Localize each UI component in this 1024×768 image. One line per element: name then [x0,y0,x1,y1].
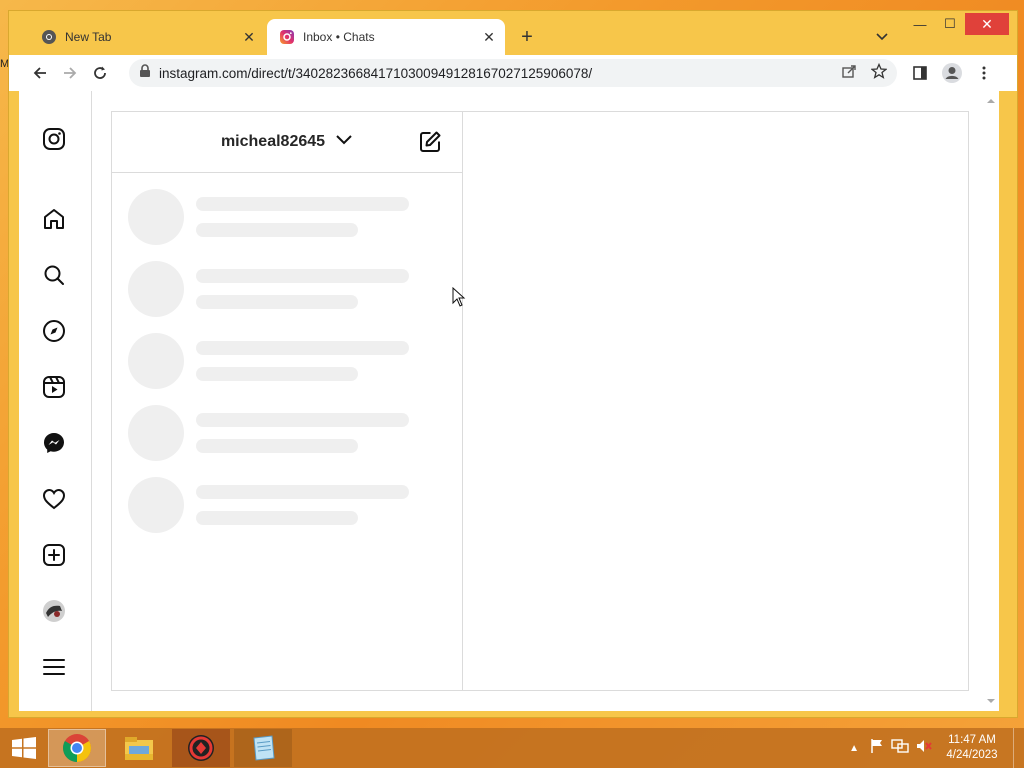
volume-muted-icon[interactable] [915,738,933,759]
profile-icon[interactable] [937,58,967,88]
close-window-button[interactable]: ✕ [965,13,1009,35]
desktop-edge-text: M [0,58,10,70]
minimize-button[interactable]: — [905,13,935,35]
close-tab-icon[interactable]: ✕ [239,29,259,46]
new-message-icon[interactable] [418,130,444,156]
reload-button[interactable] [85,58,115,88]
tab-label: New Tab [65,30,112,44]
skeleton-avatar [128,189,184,245]
skeleton-line [196,197,409,211]
network-icon[interactable] [891,738,909,759]
skeleton-line [196,269,409,283]
instagram-sidebar [19,91,92,711]
clock[interactable]: 11:47 AM 4/24/2023 [937,733,1007,763]
loading-placeholder-row [112,173,462,245]
heart-icon[interactable] [40,485,68,513]
account-switcher[interactable]: micheal82645 [221,133,353,151]
app-red-icon [188,735,214,761]
window-controls: — ☐ ✕ [905,13,1009,37]
start-button[interactable] [0,728,48,768]
action-center-flag-icon[interactable] [869,738,885,759]
loading-placeholder-row [112,317,462,389]
bookmark-star-icon[interactable] [870,62,888,84]
url-text: instagram.com/direct/t/34028236684171030… [159,65,593,81]
file-explorer-icon [125,737,153,760]
chevron-down-icon [335,133,353,151]
taskbar-file-explorer[interactable] [110,729,168,767]
taskbar-notepad[interactable] [234,729,292,767]
skeleton-avatar [128,261,184,317]
loading-placeholder-row [112,461,462,533]
lock-icon[interactable] [139,63,151,83]
skeleton-line [196,295,358,309]
dm-header: micheal82645 [112,112,462,173]
skeleton-avatar [128,333,184,389]
menu-icon[interactable] [40,653,68,681]
explore-icon[interactable] [40,317,68,345]
notepad-icon [253,735,275,761]
skeleton-line [196,439,358,453]
forward-button[interactable] [55,58,85,88]
mouse-cursor-icon [452,287,466,307]
search-icon[interactable] [40,261,68,289]
system-tray: ▲ 11:47 AM 4/24/2023 [849,728,1024,768]
scroll-down-icon[interactable] [983,693,999,709]
new-tab-button[interactable]: + [515,27,539,47]
profile-avatar[interactable] [40,597,68,625]
browser-window: New Tab ✕ Inbox • Chats ✕ + — ☐ ✕ instag… [8,10,1018,718]
maximize-button[interactable]: ☐ [935,13,965,35]
share-icon[interactable] [841,63,857,84]
skeleton-line [196,341,409,355]
close-tab-icon[interactable]: ✕ [479,29,499,46]
clock-date: 4/24/2023 [946,749,998,761]
messenger-icon[interactable] [40,429,68,457]
tab-inbox-chats[interactable]: Inbox • Chats ✕ [267,19,505,55]
taskbar-red-app[interactable] [172,729,230,767]
create-icon[interactable] [40,541,68,569]
account-username: micheal82645 [220,133,326,150]
kebab-menu-icon[interactable] [969,58,999,88]
skeleton-avatar [128,405,184,461]
page-scrollbar[interactable] [983,91,999,711]
reels-icon[interactable] [40,373,68,401]
tab-strip: New Tab ✕ Inbox • Chats ✕ + — ☐ ✕ [9,11,1017,55]
browser-toolbar: instagram.com/direct/t/34028236684171030… [9,55,1017,91]
taskbar-chrome[interactable] [48,729,106,767]
tab-search-chevron-icon[interactable] [875,29,895,45]
tab-new-tab[interactable]: New Tab ✕ [29,19,265,55]
chrome-icon [41,29,57,45]
chrome-icon [63,734,91,762]
clock-time: 11:47 AM [948,734,996,746]
windows-taskbar: ▲ 11:47 AM 4/24/2023 [0,728,1024,768]
side-panel-icon[interactable] [905,58,935,88]
loading-placeholder-row [112,245,462,317]
show-desktop-button[interactable] [1013,728,1024,768]
back-button[interactable] [25,58,55,88]
page-content: micheal82645 [19,91,999,711]
instagram-icon [279,29,295,45]
skeleton-line [196,367,358,381]
windows-logo-icon [12,737,36,759]
instagram-logo-icon[interactable] [40,125,68,153]
skeleton-line [196,413,409,427]
tray-overflow-icon[interactable]: ▲ [849,743,859,754]
skeleton-line [196,511,358,525]
skeleton-avatar [128,477,184,533]
address-bar[interactable]: instagram.com/direct/t/34028236684171030… [129,59,897,87]
scroll-up-icon[interactable] [983,93,999,109]
home-icon[interactable] [40,205,68,233]
direct-messages-panel: micheal82645 [111,111,969,691]
loading-placeholder-row [112,389,462,461]
conversation-list: micheal82645 [112,112,463,690]
skeleton-line [196,485,409,499]
tab-label: Inbox • Chats [303,30,375,44]
skeleton-line [196,223,358,237]
